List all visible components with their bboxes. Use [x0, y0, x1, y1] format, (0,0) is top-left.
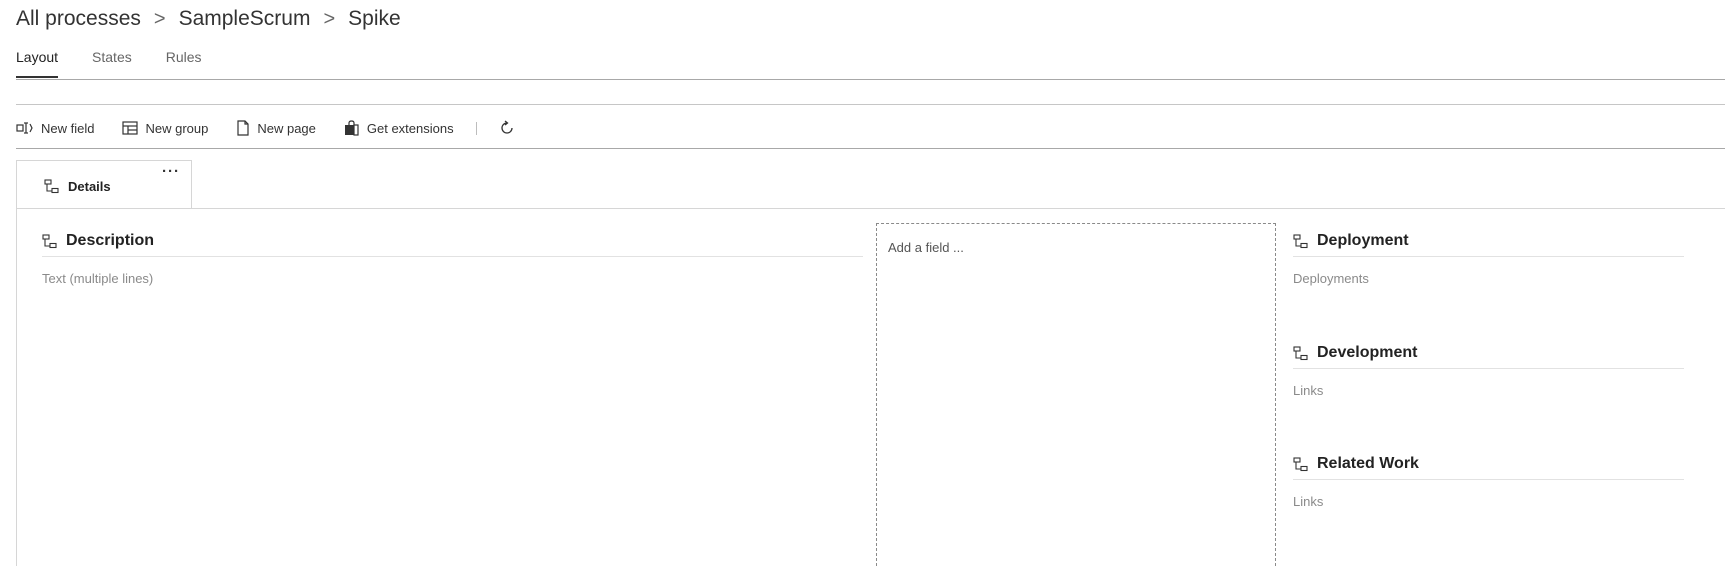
add-field-label: Add a field ... — [888, 240, 964, 255]
new-field-button[interactable]: New field — [16, 121, 94, 136]
breadcrumb-separator: > — [323, 7, 336, 30]
group-icon — [1293, 345, 1308, 360]
tabs-divider — [16, 79, 1725, 80]
field-links[interactable]: Links — [1293, 383, 1684, 398]
toolbar-bottom-divider — [16, 148, 1725, 149]
page-tree-icon — [44, 179, 59, 194]
group-header[interactable]: Related Work — [1293, 449, 1684, 480]
refresh-button[interactable] — [499, 120, 515, 136]
toolbar-top-divider — [16, 104, 1725, 105]
group-related-work[interactable]: Related Work Links — [1293, 449, 1684, 509]
group-development[interactable]: Development Links — [1293, 338, 1684, 398]
new-field-label: New field — [41, 120, 95, 136]
new-group-icon — [122, 121, 139, 135]
breadcrumb-separator: > — [153, 7, 166, 30]
breadcrumb: All processes > SampleScrum > Spike — [16, 2, 401, 36]
tab-layout[interactable]: Layout — [16, 48, 59, 78]
more-options-icon[interactable]: ··· — [162, 163, 180, 180]
group-header[interactable]: Description — [42, 226, 863, 257]
toolbar: New field New group New page Get extensi… — [16, 111, 515, 145]
page-tab-label: Details — [68, 179, 111, 194]
tab-bar: Layout States Rules — [0, 48, 236, 80]
group-title: Related Work — [1317, 455, 1419, 472]
group-title: Description — [66, 232, 155, 249]
field-description[interactable]: Text (multiple lines) — [42, 271, 863, 286]
new-page-button[interactable]: New page — [236, 120, 316, 136]
page-tab-details[interactable]: Details ··· — [16, 160, 192, 208]
new-group-label: New group — [145, 120, 209, 136]
tab-states[interactable]: States — [92, 48, 132, 78]
group-header[interactable]: Development — [1293, 338, 1684, 369]
add-field-drop-zone[interactable]: Add a field ... — [876, 223, 1276, 566]
group-title: Development — [1317, 344, 1418, 361]
get-extensions-button[interactable]: Get extensions — [344, 120, 454, 136]
new-group-button[interactable]: New group — [122, 121, 208, 136]
group-header[interactable]: Deployment — [1293, 226, 1684, 257]
group-icon — [1293, 456, 1308, 471]
new-field-icon — [16, 122, 33, 134]
get-extensions-label: Get extensions — [366, 120, 454, 136]
refresh-icon — [500, 120, 513, 134]
shopping-bag-icon — [344, 120, 359, 136]
group-icon — [1293, 233, 1308, 248]
breadcrumb-samplescrum[interactable]: SampleScrum — [179, 7, 311, 31]
toolbar-separator — [475, 121, 477, 135]
new-page-label: New page — [257, 120, 316, 136]
breadcrumb-all-processes[interactable]: All processes — [16, 7, 141, 31]
group-title: Deployment — [1317, 232, 1409, 249]
group-description[interactable]: Description Text (multiple lines) — [42, 226, 863, 286]
field-deployments[interactable]: Deployments — [1293, 271, 1684, 286]
group-deployment[interactable]: Deployment Deployments — [1293, 226, 1684, 286]
group-icon — [42, 233, 57, 248]
tab-rules[interactable]: Rules — [166, 48, 202, 78]
field-links[interactable]: Links — [1293, 494, 1684, 509]
breadcrumb-spike: Spike — [348, 7, 401, 30]
new-page-icon — [237, 120, 249, 136]
